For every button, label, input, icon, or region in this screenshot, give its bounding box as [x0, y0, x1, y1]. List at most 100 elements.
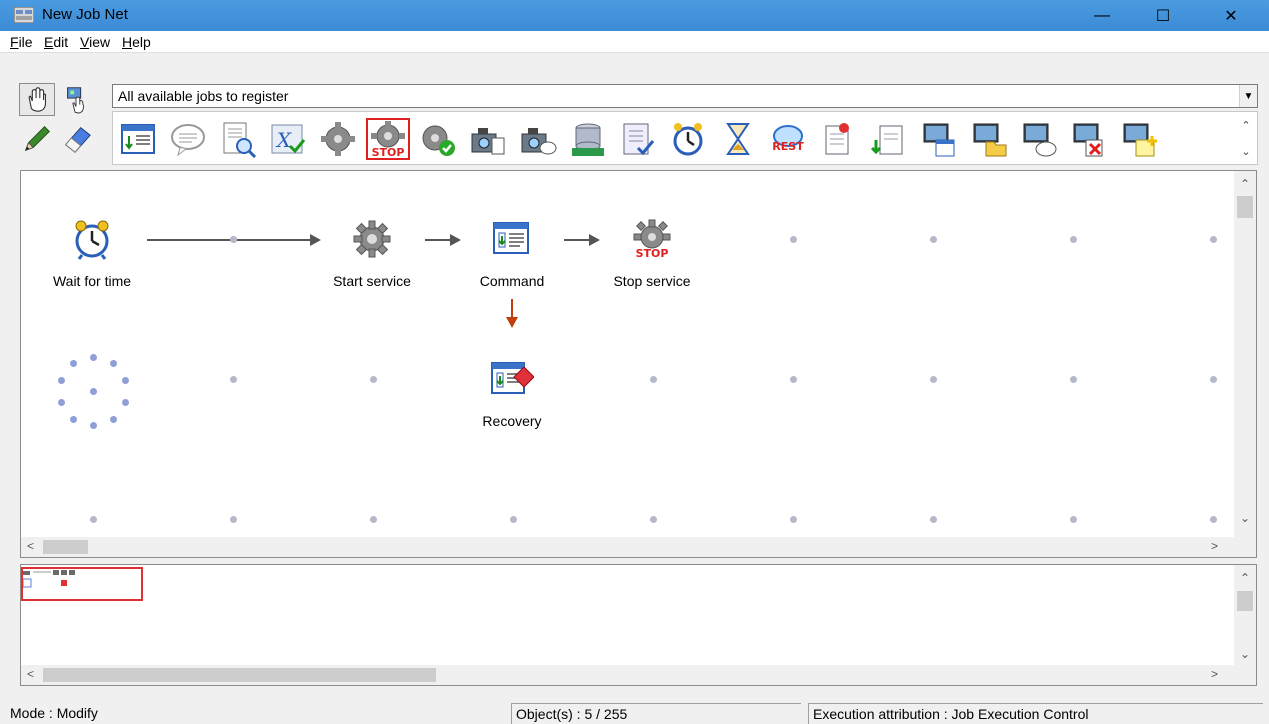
camera-message-icon[interactable] — [517, 119, 559, 159]
job-net-canvas[interactable]: Wait for time Start service Command STOP… — [20, 170, 1257, 558]
overview-horizontal-scrollbar[interactable]: < > — [21, 665, 1256, 685]
spinner-dot — [70, 360, 77, 368]
chevron-down-icon[interactable]: ⌄ — [1240, 647, 1250, 661]
stop-service-icon: STOP — [630, 217, 674, 261]
grid-dot — [1070, 516, 1077, 523]
svg-text:REST: REST — [772, 140, 804, 153]
eraser-mode-button[interactable] — [57, 121, 95, 157]
spinner-dot — [109, 360, 117, 368]
remote-message-icon[interactable] — [1017, 119, 1059, 159]
overview-pane[interactable]: ⌃ ⌄ < > — [20, 564, 1257, 686]
grid-dot — [1210, 516, 1217, 523]
canvas-horizontal-scrollbar[interactable]: < > — [21, 537, 1256, 557]
node-label: Command — [479, 273, 545, 289]
close-icon: ✕ — [1224, 7, 1238, 25]
spinner-dot — [57, 398, 65, 406]
overview-map — [23, 570, 75, 588]
grid-dot — [650, 516, 657, 523]
recovery-arrow — [506, 299, 518, 328]
file-check-icon[interactable] — [217, 119, 259, 159]
link-icon — [67, 87, 84, 114]
service-status-icon[interactable] — [417, 119, 459, 159]
hand-mode-button[interactable] — [19, 83, 55, 116]
database-icon[interactable] — [567, 119, 609, 159]
node-command[interactable]: Command — [457, 217, 567, 289]
checklist-icon[interactable] — [617, 119, 659, 159]
chevron-up-icon[interactable]: ⌃ — [1240, 571, 1250, 585]
grid-dot — [230, 236, 237, 243]
chevron-right-icon[interactable]: > — [1211, 539, 1218, 553]
menu-view[interactable]: View — [80, 34, 110, 50]
grid-dot — [230, 376, 237, 383]
flow-arrow — [564, 234, 600, 246]
grid-dot — [370, 376, 377, 383]
start-service-icon[interactable] — [317, 119, 359, 159]
grid-dot — [510, 516, 517, 523]
node-stop-service[interactable]: STOP Stop service — [597, 217, 707, 289]
maximize-icon: ☐ — [1155, 7, 1171, 25]
scroll-thumb[interactable] — [1237, 591, 1253, 611]
upload-file-icon[interactable] — [817, 119, 859, 159]
message-job-icon[interactable] — [167, 119, 209, 159]
node-wait-for-time[interactable]: Wait for time — [37, 217, 147, 289]
svg-text:X: X — [275, 128, 292, 152]
remote-new-icon[interactable] — [1117, 119, 1159, 159]
alarm-clock-icon — [70, 217, 114, 261]
chevron-left-icon[interactable]: < — [27, 539, 34, 553]
rest-job-icon[interactable]: REST — [767, 119, 809, 159]
grid-dot — [90, 516, 97, 523]
remote-delete-icon[interactable] — [1067, 119, 1109, 159]
minimize-button[interactable]: — — [1079, 0, 1125, 31]
grid-dot — [1070, 236, 1077, 243]
scroll-thumb[interactable] — [43, 668, 436, 682]
scroll-thumb[interactable] — [1237, 196, 1253, 218]
maximize-button[interactable]: ☐ — [1140, 0, 1186, 31]
chevron-left-icon[interactable]: < — [27, 667, 34, 681]
window-title: New Job Net — [42, 6, 128, 23]
command-job-icon[interactable] — [117, 119, 159, 159]
overview-vertical-scrollbar[interactable]: ⌃ ⌄ — [1234, 565, 1256, 665]
pencil-icon — [24, 126, 50, 152]
menu-bar: File Edit View Help — [0, 31, 1269, 53]
scroll-thumb[interactable] — [43, 540, 88, 554]
eraser-icon — [64, 127, 91, 153]
chevron-down-icon[interactable]: ▼ — [1239, 85, 1257, 107]
hourglass-icon[interactable] — [717, 119, 759, 159]
grid-dot — [790, 236, 797, 243]
gear-icon — [350, 217, 394, 261]
node-label: Stop service — [613, 273, 691, 289]
chevron-up-icon[interactable]: ⌃ — [1241, 119, 1250, 132]
remote-folder-icon[interactable] — [967, 119, 1009, 159]
link-mode-button[interactable] — [57, 83, 95, 116]
chevron-down-icon[interactable]: ⌄ — [1241, 145, 1250, 158]
status-execution: Execution attribution : Job Execution Co… — [808, 703, 1263, 724]
tool-area: All available jobs to register ▼ ⌃ ⌄ X ST… — [0, 53, 1269, 168]
node-label: Start service — [333, 273, 411, 289]
job-filter-select[interactable]: All available jobs to register ▼ — [112, 84, 1258, 108]
variable-job-icon[interactable]: X — [267, 119, 309, 159]
grid-dot — [790, 516, 797, 523]
pencil-mode-button[interactable] — [19, 121, 55, 157]
remote-command-icon[interactable] — [917, 119, 959, 159]
status-mode: Mode : Modify — [10, 705, 98, 721]
canvas-vertical-scrollbar[interactable]: ⌃ ⌄ — [1234, 171, 1256, 537]
grid-dot — [1210, 236, 1217, 243]
chevron-up-icon[interactable]: ⌃ — [1240, 177, 1250, 191]
palette-scroll[interactable]: ⌃ ⌄ — [1235, 112, 1257, 164]
node-recovery[interactable]: Recovery — [457, 357, 567, 429]
minimize-icon: — — [1094, 6, 1110, 24]
wait-for-time-icon[interactable] — [667, 119, 709, 159]
node-start-service[interactable]: Start service — [317, 217, 427, 289]
camera-file-icon[interactable] — [467, 119, 509, 159]
menu-edit[interactable]: Edit — [44, 34, 68, 50]
menu-file[interactable]: File — [10, 34, 33, 50]
spinner-dot — [70, 415, 77, 423]
chevron-down-icon[interactable]: ⌄ — [1240, 511, 1250, 525]
stop-service-icon[interactable]: STOP — [366, 118, 410, 160]
close-button[interactable]: ✕ — [1208, 0, 1254, 31]
chevron-right-icon[interactable]: > — [1211, 667, 1218, 681]
menu-help[interactable]: Help — [122, 34, 151, 50]
spinner-dot — [90, 422, 97, 429]
grid-dot — [790, 376, 797, 383]
download-file-icon[interactable] — [867, 119, 909, 159]
